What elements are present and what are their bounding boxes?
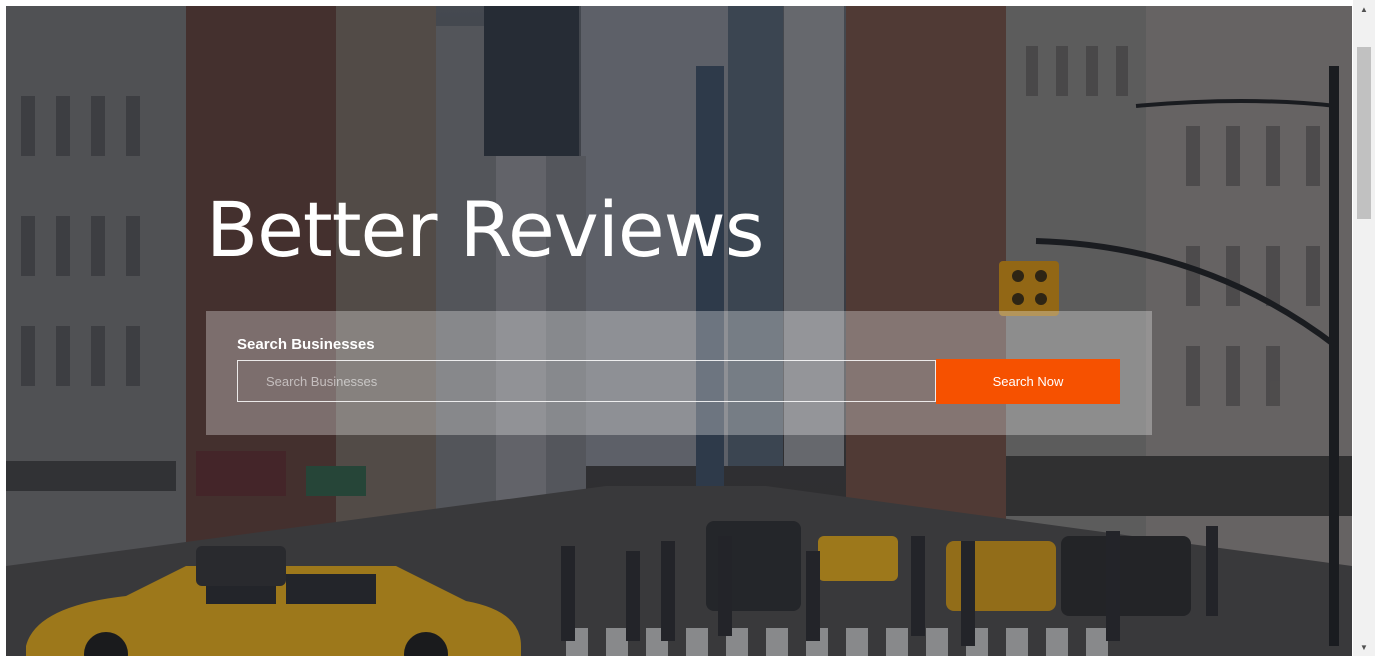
vertical-scrollbar[interactable]: ▲ ▼ <box>1353 0 1375 656</box>
scroll-up-arrow-icon[interactable]: ▲ <box>1353 2 1375 16</box>
scroll-down-arrow-icon[interactable]: ▼ <box>1353 640 1375 654</box>
search-panel: Search Businesses Search Now <box>206 311 1152 435</box>
hero-title: Better Reviews <box>206 185 764 274</box>
hero-section: Better Reviews Search Businesses Search … <box>6 6 1352 656</box>
search-now-button[interactable]: Search Now <box>936 359 1120 404</box>
search-label: Search Businesses <box>237 336 375 353</box>
search-input[interactable] <box>237 360 936 402</box>
page: Better Reviews Search Businesses Search … <box>0 0 1375 656</box>
scrollbar-thumb[interactable] <box>1357 47 1371 219</box>
